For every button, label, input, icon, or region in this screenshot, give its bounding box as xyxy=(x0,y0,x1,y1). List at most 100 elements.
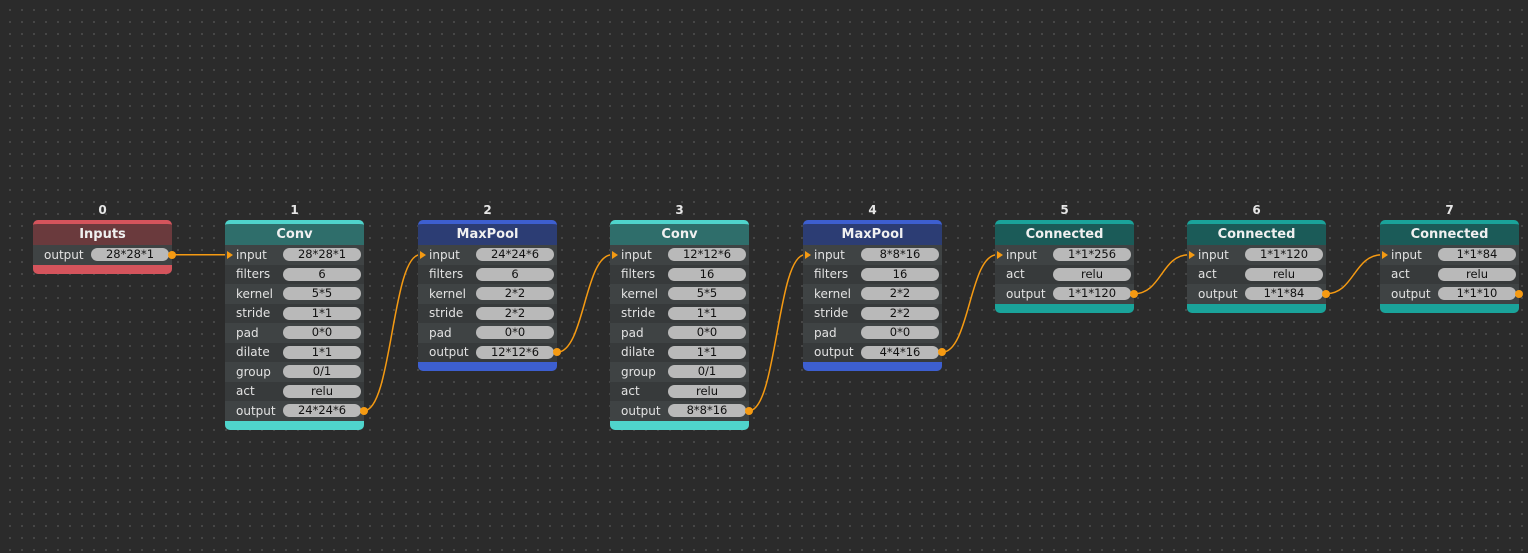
param-value-field[interactable]: 4*4*16 xyxy=(861,345,939,359)
param-value-field[interactable]: 12*12*6 xyxy=(476,345,554,359)
input-port-icon[interactable] xyxy=(1382,250,1388,259)
node-title[interactable]: Connected xyxy=(1187,220,1326,245)
param-value-field[interactable]: 1*1*120 xyxy=(1245,248,1323,262)
connection-wire[interactable] xyxy=(1325,254,1383,295)
param-label: pad xyxy=(621,325,644,340)
param-value-field[interactable]: 6 xyxy=(476,267,554,281)
param-value-field[interactable]: 1*1*10 xyxy=(1438,287,1516,301)
node-title[interactable]: MaxPool xyxy=(803,220,942,245)
param-value-field[interactable]: 0*0 xyxy=(861,326,939,340)
input-port-icon[interactable] xyxy=(420,250,426,259)
param-value-field[interactable]: 1*1 xyxy=(283,345,361,359)
param-value-field[interactable]: 2*2 xyxy=(861,287,939,301)
output-port-icon[interactable] xyxy=(745,406,753,415)
input-port-icon[interactable] xyxy=(1189,250,1195,259)
node-connected-6[interactable]: 6 Connected input 1*1*120 act relu output 1*1*8… xyxy=(1187,203,1330,313)
param-row-stride: stride 1*1 xyxy=(225,303,364,323)
param-value-field[interactable]: 0/1 xyxy=(668,365,746,379)
input-port-icon[interactable] xyxy=(227,250,233,259)
param-label: output xyxy=(1006,286,1046,301)
node-maxpool-4[interactable]: 4 MaxPool input 8*8*16 filters 16 kernel 2*2 str… xyxy=(803,203,946,371)
param-value-field[interactable]: relu xyxy=(1245,267,1323,281)
connection-wire[interactable] xyxy=(556,254,613,353)
param-row-output: output 4*4*16 xyxy=(803,342,946,362)
output-port-icon[interactable] xyxy=(553,348,561,357)
node-graph-canvas[interactable]: 0 Inputs output 28*28*1 1 Conv input 28*28*1 fil… xyxy=(0,0,1528,553)
param-value-field[interactable]: 16 xyxy=(668,267,746,281)
param-label: output xyxy=(814,345,854,360)
output-port-icon[interactable] xyxy=(938,348,946,357)
param-value-field[interactable]: 5*5 xyxy=(283,287,361,301)
node-title[interactable]: MaxPool xyxy=(418,220,557,245)
param-value-field[interactable]: 1*1*120 xyxy=(1053,287,1131,301)
node-params: input 12*12*6 filters 16 kernel 5*5 stride 1*1 p… xyxy=(610,245,753,421)
param-row-filters: filters 16 xyxy=(610,264,749,284)
param-value-field[interactable]: relu xyxy=(668,384,746,398)
node-inputs-0[interactable]: 0 Inputs output 28*28*1 xyxy=(33,203,176,274)
param-value-field[interactable]: relu xyxy=(1438,267,1516,281)
connection-wire[interactable] xyxy=(748,254,806,412)
param-value-field[interactable]: 8*8*16 xyxy=(668,404,746,418)
param-label: group xyxy=(621,364,656,379)
param-label: output xyxy=(44,247,84,262)
node-conv-3[interactable]: 3 Conv input 12*12*6 filters 16 kernel 5*5 strid… xyxy=(610,203,753,430)
input-port-icon[interactable] xyxy=(805,250,811,259)
param-label: input xyxy=(814,247,845,262)
input-port-icon[interactable] xyxy=(997,250,1003,259)
param-value-field[interactable]: relu xyxy=(1053,267,1131,281)
node-conv-1[interactable]: 1 Conv input 28*28*1 filters 6 kernel 5*5 stride… xyxy=(225,203,368,430)
node-title[interactable]: Conv xyxy=(225,220,364,245)
node-title[interactable]: Connected xyxy=(995,220,1134,245)
param-value-field[interactable]: 1*1 xyxy=(668,345,746,359)
param-label: filters xyxy=(814,267,849,282)
param-value-field[interactable]: 28*28*1 xyxy=(283,248,361,262)
param-row-act: act relu xyxy=(995,264,1134,284)
param-value-field[interactable]: 1*1*256 xyxy=(1053,248,1131,262)
param-value-field[interactable]: 8*8*16 xyxy=(861,248,939,262)
param-value-field[interactable]: 24*24*6 xyxy=(283,404,361,418)
param-row-input: input 28*28*1 xyxy=(225,245,364,265)
node-footer xyxy=(610,420,749,430)
param-value-field[interactable]: 0*0 xyxy=(476,326,554,340)
param-row-output: output 24*24*6 xyxy=(225,401,368,421)
node-maxpool-2[interactable]: 2 MaxPool input 24*24*6 filters 6 kernel 2*2 str… xyxy=(418,203,561,371)
node-title[interactable]: Conv xyxy=(610,220,749,245)
node-connected-5[interactable]: 5 Connected input 1*1*256 act relu output 1*1*1… xyxy=(995,203,1138,313)
param-label: output xyxy=(1391,286,1431,301)
param-value-field[interactable]: 28*28*1 xyxy=(91,248,169,262)
param-value-field[interactable]: 0*0 xyxy=(668,326,746,340)
param-label: input xyxy=(236,247,267,262)
param-label: dilate xyxy=(236,345,270,360)
param-value-field[interactable]: 16 xyxy=(861,267,939,281)
input-port-icon[interactable] xyxy=(612,250,618,259)
param-value-field[interactable]: 2*2 xyxy=(861,306,939,320)
param-label: kernel xyxy=(236,286,273,301)
node-title[interactable]: Inputs xyxy=(33,220,172,245)
output-port-icon[interactable] xyxy=(168,250,176,259)
node-index-label: 6 xyxy=(1252,203,1261,217)
output-port-icon[interactable] xyxy=(360,406,368,415)
param-value-field[interactable]: 2*2 xyxy=(476,306,554,320)
node-connected-7[interactable]: 7 Connected input 1*1*84 act relu output 1*1*10 xyxy=(1380,203,1523,313)
node-params: input 1*1*84 act relu output 1*1*10 xyxy=(1380,245,1523,304)
output-port-icon[interactable] xyxy=(1322,289,1330,298)
param-value-field[interactable]: 1*1 xyxy=(668,306,746,320)
connection-wire[interactable] xyxy=(941,254,998,353)
param-value-field[interactable]: 1*1*84 xyxy=(1245,287,1323,301)
param-value-field[interactable]: 1*1 xyxy=(283,306,361,320)
param-row-output: output 28*28*1 xyxy=(33,245,176,265)
output-port-icon[interactable] xyxy=(1515,289,1523,298)
param-value-field[interactable]: 0/1 xyxy=(283,365,361,379)
param-value-field[interactable]: 5*5 xyxy=(668,287,746,301)
param-value-field[interactable]: 6 xyxy=(283,267,361,281)
param-value-field[interactable]: 12*12*6 xyxy=(668,248,746,262)
connection-wire[interactable] xyxy=(363,254,421,412)
node-title[interactable]: Connected xyxy=(1380,220,1519,245)
param-value-field[interactable]: 2*2 xyxy=(476,287,554,301)
connection-wire[interactable] xyxy=(1133,254,1190,295)
param-value-field[interactable]: 0*0 xyxy=(283,326,361,340)
output-port-icon[interactable] xyxy=(1130,289,1138,298)
param-value-field[interactable]: 24*24*6 xyxy=(476,248,554,262)
param-value-field[interactable]: 1*1*84 xyxy=(1438,248,1516,262)
param-value-field[interactable]: relu xyxy=(283,384,361,398)
